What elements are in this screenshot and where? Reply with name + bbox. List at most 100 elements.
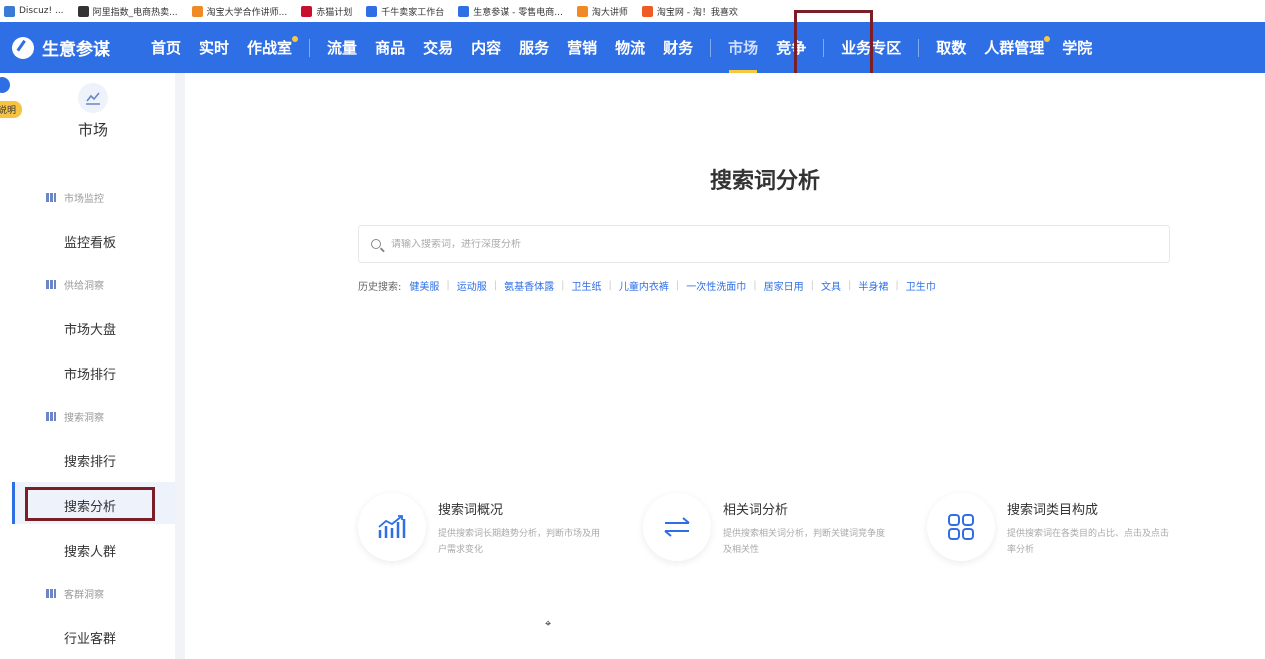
nav-tab-label: 流量 — [327, 39, 358, 57]
history-link[interactable]: 居家日用 — [764, 278, 804, 293]
new-badge-dot — [292, 36, 299, 42]
sidebar-group-label: 搜索洞察 — [64, 413, 104, 424]
bookmark-item[interactable]: 淘宝大学合作讲师... — [191, 5, 288, 18]
bookmark-item[interactable]: 淘大讲师 — [576, 5, 628, 18]
nav-tab-label: 作战室 — [247, 39, 293, 57]
bookmark-item[interactable]: 赤猫计划 — [301, 5, 352, 18]
bookmark-label: 淘宝大学合作讲师... — [206, 7, 288, 18]
feature-card-description: 提供搜索相关词分析，判断关键词竞争度及相关性 — [723, 529, 886, 555]
top-nav: 生意参谋 首页 实时 作战室 流量 商品 交易 内容 服务 营销 物流 财务 市场 竞争 业务专区 取数 人群… — [0, 22, 1265, 73]
bar-chart-icon — [46, 280, 56, 289]
sidebar-item[interactable]: 监控看板 — [64, 232, 116, 251]
nav-tab-label: 市场 — [728, 39, 759, 57]
search-box[interactable] — [358, 225, 1170, 263]
history-link[interactable]: 儿童内衣裤 — [619, 278, 669, 293]
bookmark-item[interactable]: 生意参谋 - 零售电商... — [458, 5, 563, 18]
nav-tab[interactable]: 商品 — [366, 22, 414, 73]
bookmark-item[interactable]: 阿里指数_电商热卖... — [77, 5, 178, 18]
nav-tab-label: 服务 — [519, 39, 550, 57]
nav-tab[interactable]: 流量 — [318, 22, 366, 73]
history-link[interactable]: 氨基香体露 — [504, 278, 554, 293]
nav-tab[interactable]: 人群管理 — [975, 22, 1053, 73]
nav-tab-label: 商品 — [375, 39, 406, 57]
history-separator: | — [810, 280, 814, 291]
feature-card-description: 提供搜索词在各类目的占比、点击及点击率分析 — [1007, 529, 1170, 555]
nav-tab-label: 实时 — [199, 39, 230, 57]
sidebar-item[interactable]: 搜索人群 — [64, 541, 116, 560]
nav-tab-label: 交易 — [423, 39, 454, 57]
sidebar-header-label: 市场 — [77, 121, 108, 139]
swap-arrows-icon — [643, 493, 711, 561]
nav-tab[interactable]: 取数 — [927, 22, 975, 73]
sidebar-group-label: 供给洞察 — [64, 281, 104, 292]
history-link[interactable]: 卫生纸 — [572, 278, 602, 293]
history-link[interactable]: 一次性洗面巾 — [686, 278, 746, 293]
history-separator: | — [848, 280, 852, 291]
nav-tab-label: 人群管理 — [984, 39, 1045, 57]
bookmark-label: 淘大讲师 — [591, 7, 628, 18]
sidebar: 说明 市场 市场监控监控看板供给洞察市场大盘市场排行搜索洞察搜索排行搜索分析搜索… — [0, 73, 185, 659]
brand-name: 生意参谋 — [42, 40, 110, 60]
nav-tab[interactable]: 市场 — [719, 22, 767, 73]
main-content: 搜索词分析 历史搜索: 健美服 | 运动服 | 氨基香体露 | 卫生纸 | 儿童内衣裤 | 一次性洗… — [185, 73, 1265, 659]
bookmark-label: 淘宝网 - 淘！我喜欢 — [656, 7, 738, 18]
bookmark-label: 赤猫计划 — [316, 7, 353, 18]
nav-tab[interactable]: 营销 — [558, 22, 606, 73]
feature-card[interactable]: 搜索词类目构成 提供搜索词在各类目的占比、点击及点击率分析 — [927, 493, 1187, 563]
history-link[interactable]: 运动服 — [457, 278, 487, 293]
bookmark-label: 千牛卖家工作台 — [381, 7, 445, 18]
help-avatar-icon[interactable] — [0, 77, 10, 93]
nav-tab[interactable]: 学院 — [1053, 22, 1101, 73]
bookmark-item[interactable]: 千牛卖家工作台 — [366, 5, 444, 18]
nav-tab-label: 业务专区 — [841, 39, 902, 57]
bookmark-favicon-icon — [576, 5, 588, 17]
bookmark-item[interactable]: Discuz! ... — [4, 5, 64, 17]
nav-separator — [823, 38, 825, 57]
bar-chart-icon — [46, 412, 56, 421]
history-link[interactable]: 卫生巾 — [906, 278, 936, 293]
history-link[interactable]: 文具 — [821, 278, 841, 293]
nav-tab-label: 内容 — [471, 39, 502, 57]
sidebar-group-label: 市场监控 — [64, 194, 104, 205]
bookmark-favicon-icon — [191, 5, 203, 17]
feature-card-title: 搜索词概况 — [438, 503, 504, 518]
history-link[interactable]: 健美服 — [409, 278, 439, 293]
nav-tab[interactable]: 竞争 — [767, 22, 815, 73]
nav-tab[interactable]: 交易 — [414, 22, 462, 73]
history-separator: | — [493, 280, 498, 291]
sidebar-item[interactable]: 市场排行 — [64, 364, 116, 383]
sidebar-group-header: 供给洞察 — [46, 277, 104, 292]
bar-chart-icon — [46, 589, 56, 598]
sidebar-item[interactable]: 搜索排行 — [64, 451, 116, 470]
nav-tab[interactable]: 业务专区 — [832, 22, 910, 73]
sidebar-item[interactable]: 搜索分析 — [64, 496, 116, 515]
nav-tab[interactable]: 服务 — [510, 22, 558, 73]
bookmarks-bar: Discuz! ... 阿里指数_电商热卖... 淘宝大学合作讲师... 赤猫计划 千牛… — [0, 0, 1265, 22]
feature-card[interactable]: 搜索词概况 提供搜索词长期趋势分析，判断市场及用户需求变化 — [358, 493, 618, 563]
history-separator: | — [895, 280, 899, 291]
nav-separator — [710, 38, 712, 57]
grid-squares-icon — [927, 493, 995, 561]
nav-tab[interactable]: 实时 — [190, 22, 238, 73]
bookmark-label: 生意参谋 - 零售电商... — [473, 7, 563, 18]
help-tag[interactable]: 说明 — [0, 101, 23, 118]
nav-tab[interactable]: 首页 — [142, 22, 190, 73]
nav-tab[interactable]: 财务 — [654, 22, 702, 73]
bookmark-item[interactable]: 淘宝网 - 淘！我喜欢 — [641, 5, 738, 18]
nav-tab[interactable]: 物流 — [606, 22, 654, 73]
mouse-cursor-icon: ⌖ — [545, 617, 552, 630]
search-history: 历史搜索: 健美服 | 运动服 | 氨基香体露 | 卫生纸 | 儿童内衣裤 | 一次性洗面巾 | 居家日… — [358, 278, 936, 293]
sidebar-item[interactable]: 行业客群 — [64, 628, 116, 647]
feature-card[interactable]: 相关词分析 提供搜索相关词分析，判断关键词竞争度及相关性 — [643, 493, 903, 563]
nav-tab-label: 物流 — [615, 39, 646, 57]
nav-tab-label: 取数 — [936, 39, 967, 57]
history-link[interactable]: 半身裙 — [858, 278, 888, 293]
search-input[interactable] — [391, 238, 1091, 250]
history-separator: | — [675, 280, 680, 291]
sidebar-item[interactable]: 市场大盘 — [64, 319, 116, 338]
bookmark-label: 阿里指数_电商热卖... — [92, 7, 178, 18]
new-badge-dot — [1044, 36, 1051, 42]
brand[interactable]: 生意参谋 — [12, 35, 142, 60]
nav-tab[interactable]: 内容 — [462, 22, 510, 73]
nav-tab[interactable]: 作战室 — [238, 22, 301, 73]
